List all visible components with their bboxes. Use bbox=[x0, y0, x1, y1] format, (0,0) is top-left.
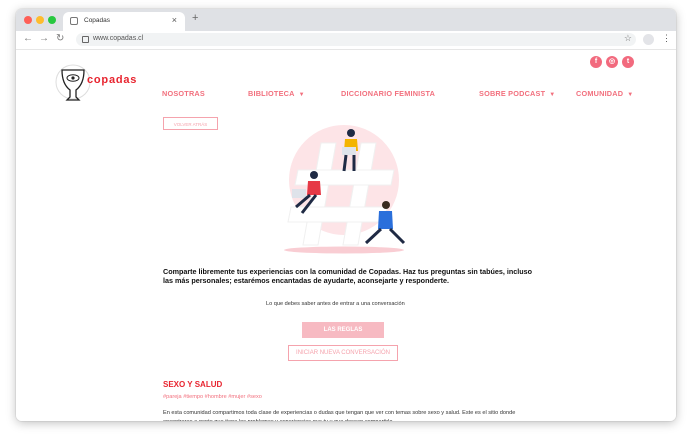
community-hashtag-illustration bbox=[284, 125, 406, 254]
facebook-icon[interactable]: f bbox=[590, 56, 602, 68]
browser-toolbar: ← → ↻ www.copadas.cl ☆ ⋮ bbox=[16, 31, 676, 50]
web-page: copadas f ◎ t NOSOTRAS BIBLIOTECA ▼ DICCI… bbox=[16, 50, 676, 421]
reload-icon[interactable]: ↻ bbox=[56, 33, 64, 44]
section-description: En esta comunidad compartimos toda clase… bbox=[163, 410, 516, 421]
tab-title: Copadas bbox=[84, 17, 111, 24]
rules-intro-text: Lo que debes saber antes de entrar a una… bbox=[266, 301, 405, 307]
minimize-window-button[interactable] bbox=[36, 16, 44, 24]
chevron-down-icon: ▼ bbox=[627, 92, 634, 98]
chevron-down-icon: ▼ bbox=[298, 92, 305, 98]
menu-nosotras[interactable]: NOSOTRAS bbox=[162, 89, 205, 98]
browser-tab[interactable]: Copadas × bbox=[63, 12, 185, 31]
close-tab-icon[interactable]: × bbox=[172, 15, 177, 25]
back-small-button[interactable]: VOLVER ATRÁS bbox=[163, 117, 218, 130]
back-icon[interactable]: ← bbox=[23, 33, 33, 44]
browser-window: Copadas × + ← → ↻ www.copadas.cl ☆ ⋮ cop… bbox=[16, 9, 676, 421]
forward-icon[interactable]: → bbox=[39, 33, 49, 44]
close-window-button[interactable] bbox=[24, 16, 32, 24]
menu-biblioteca[interactable]: BIBLIOTECA ▼ bbox=[248, 89, 305, 98]
favicon-icon bbox=[70, 17, 78, 25]
address-bar[interactable]: www.copadas.cl ☆ bbox=[76, 33, 636, 46]
maximize-window-button[interactable] bbox=[48, 16, 56, 24]
community-description: Comparte libremente tus experiencias con… bbox=[163, 267, 533, 285]
url-text[interactable]: www.copadas.cl bbox=[93, 35, 143, 42]
menu-kebab-icon[interactable]: ⋮ bbox=[662, 33, 671, 44]
menu-comunidad[interactable]: COMUNIDAD ▼ bbox=[576, 89, 633, 98]
twitter-icon[interactable]: t bbox=[622, 56, 634, 68]
start-conversation-button[interactable]: INICIAR NUEVA CONVERSACIÓN bbox=[288, 345, 398, 361]
bookmark-star-icon[interactable]: ☆ bbox=[624, 33, 632, 44]
tab-strip: Copadas × + bbox=[16, 9, 676, 31]
new-tab-icon[interactable]: + bbox=[192, 12, 198, 24]
menu-diccionario-feminista[interactable]: DICCIONARIO FEMINISTA bbox=[341, 89, 435, 98]
section-title[interactable]: SEXO Y SALUD bbox=[163, 380, 222, 389]
profile-avatar[interactable] bbox=[643, 34, 654, 45]
logo-text[interactable]: copadas bbox=[87, 74, 137, 86]
chevron-down-icon: ▼ bbox=[549, 92, 556, 98]
section-tags[interactable]: #pareja #tiempo #hombre #mujer #sexo bbox=[163, 394, 262, 400]
lock-icon bbox=[82, 36, 89, 43]
instagram-icon[interactable]: ◎ bbox=[606, 56, 618, 68]
menu-sobre-podcast[interactable]: SOBRE PODCAST ▼ bbox=[479, 89, 555, 98]
rules-button[interactable]: LAS REGLAS bbox=[302, 322, 384, 338]
